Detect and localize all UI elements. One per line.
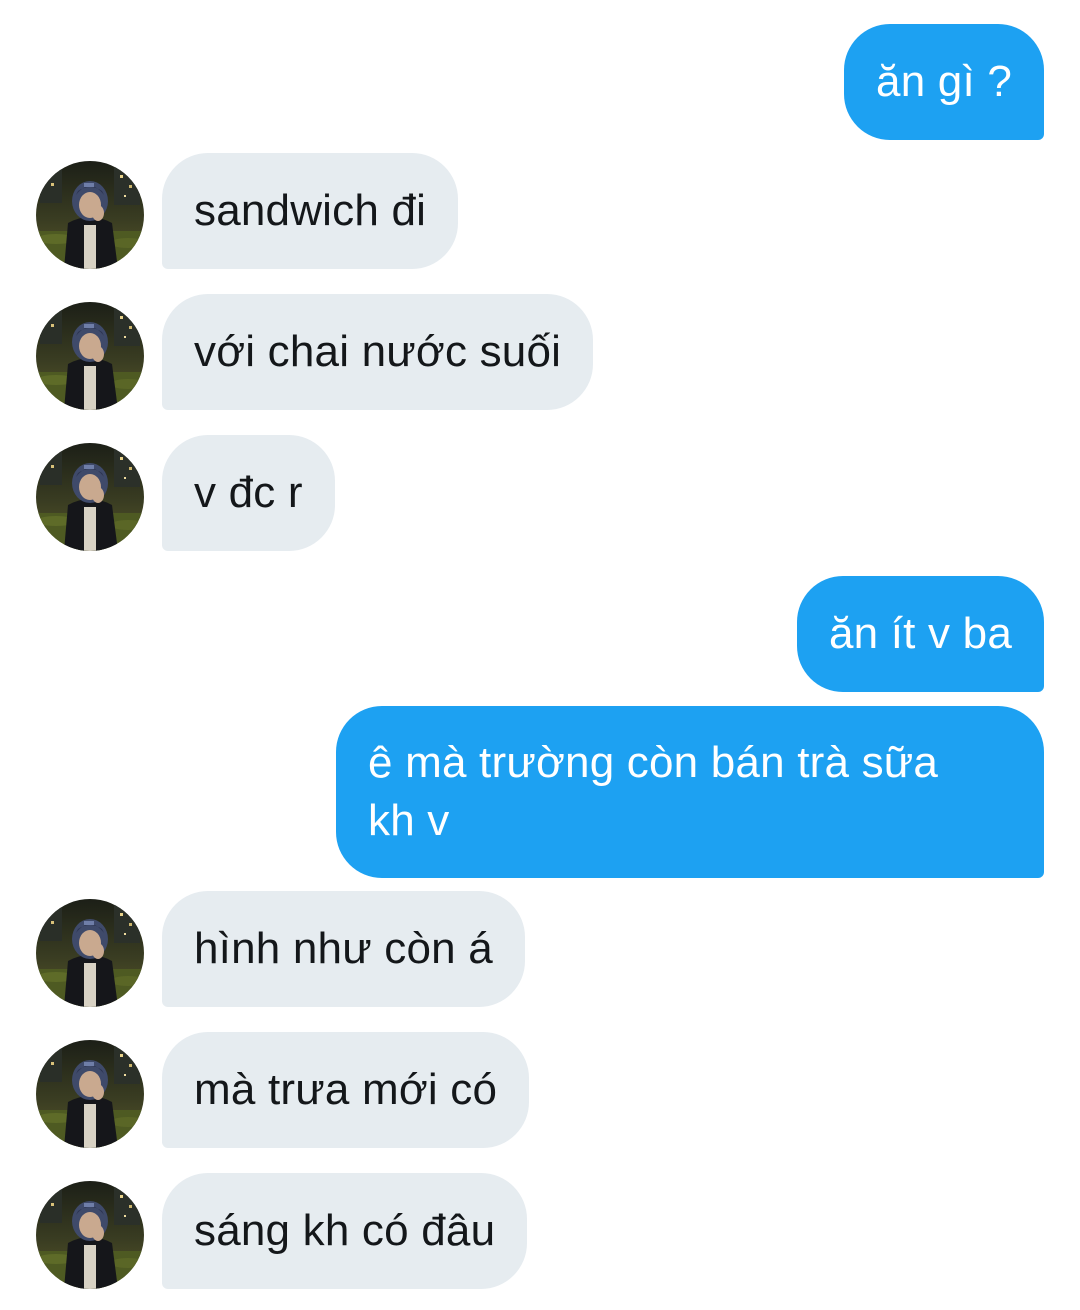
outgoing-message-bubble[interactable]: ăn gì ? (844, 24, 1044, 140)
contact-avatar[interactable] (36, 302, 144, 410)
message-row: ăn ít v ba (0, 576, 1080, 692)
message-row: mà trưa mới có (0, 1032, 1080, 1148)
message-row: v đc r (0, 435, 1080, 551)
message-row: sáng kh có đâu (0, 1173, 1080, 1289)
message-row: ê mà trường còn bán trà sữa kh v (0, 706, 1080, 878)
incoming-message-bubble[interactable]: hình như còn á (162, 891, 525, 1007)
incoming-message-bubble[interactable]: mà trưa mới có (162, 1032, 530, 1148)
incoming-message-bubble[interactable]: với chai nước suối (162, 294, 594, 410)
message-row: sandwich đi (0, 153, 1080, 269)
message-row: hình như còn á (0, 891, 1080, 1007)
outgoing-message-bubble[interactable]: ê mà trường còn bán trà sữa kh v (336, 706, 1044, 878)
incoming-message-bubble[interactable]: sáng kh có đâu (162, 1173, 528, 1289)
contact-avatar[interactable] (36, 161, 144, 269)
incoming-message-bubble[interactable]: v đc r (162, 435, 335, 551)
contact-avatar[interactable] (36, 1040, 144, 1148)
incoming-message-bubble[interactable]: sandwich đi (162, 153, 459, 269)
contact-avatar[interactable] (36, 899, 144, 1007)
contact-avatar[interactable] (36, 1181, 144, 1289)
outgoing-message-bubble[interactable]: ăn ít v ba (796, 576, 1044, 692)
message-row: ăn gì ? (0, 24, 1080, 140)
contact-avatar[interactable] (36, 443, 144, 551)
message-row: với chai nước suối (0, 294, 1080, 410)
